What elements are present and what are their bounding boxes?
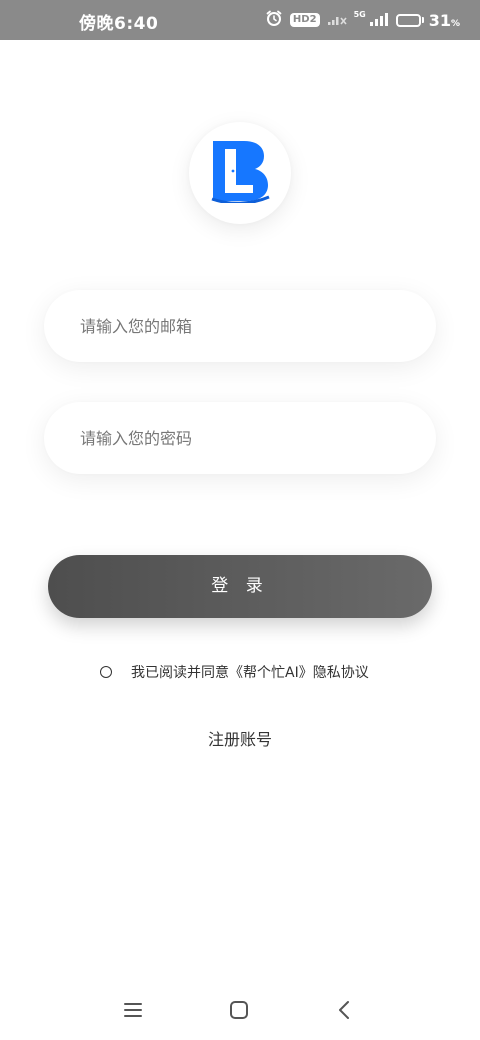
status-bar: 傍晚6:40 HD2 5G 31% <box>0 0 480 40</box>
menu-icon[interactable] <box>121 998 145 1022</box>
status-time: 傍晚6:40 <box>79 14 159 34</box>
password-field-container <box>44 402 436 474</box>
battery-percent: 31% <box>428 10 460 30</box>
email-field[interactable] <box>78 305 402 347</box>
alarm-icon <box>265 9 283 31</box>
status-icons: HD2 5G 31% <box>265 9 460 31</box>
home-icon[interactable] <box>227 998 251 1022</box>
privacy-agreement: 我已阅读并同意《帮个忙AI》隐私协议 <box>100 661 369 683</box>
system-nav-bar <box>0 990 480 1030</box>
hd-icon: HD2 <box>289 13 320 27</box>
wifi-off-icon <box>327 11 347 30</box>
back-icon[interactable] <box>332 998 356 1022</box>
battery-icon: 31% <box>395 10 460 30</box>
login-button[interactable]: 登 录 <box>48 555 432 618</box>
network-label: 5G <box>353 10 366 19</box>
app-logo <box>189 122 291 224</box>
app-logo-icon <box>210 139 270 207</box>
email-field-container <box>44 290 436 362</box>
agreement-radio[interactable] <box>100 666 112 678</box>
register-link[interactable]: 注册账号 <box>0 726 480 750</box>
login-screen: 傍晚6:40 HD2 5G 31% 请输入您的邮箱 登 录 我已阅读并同意《帮个… <box>0 0 480 1040</box>
signal-icon <box>369 11 389 30</box>
password-field[interactable] <box>78 417 402 459</box>
agreement-text[interactable]: 我已阅读并同意《帮个忙AI》隐私协议 <box>131 662 369 682</box>
